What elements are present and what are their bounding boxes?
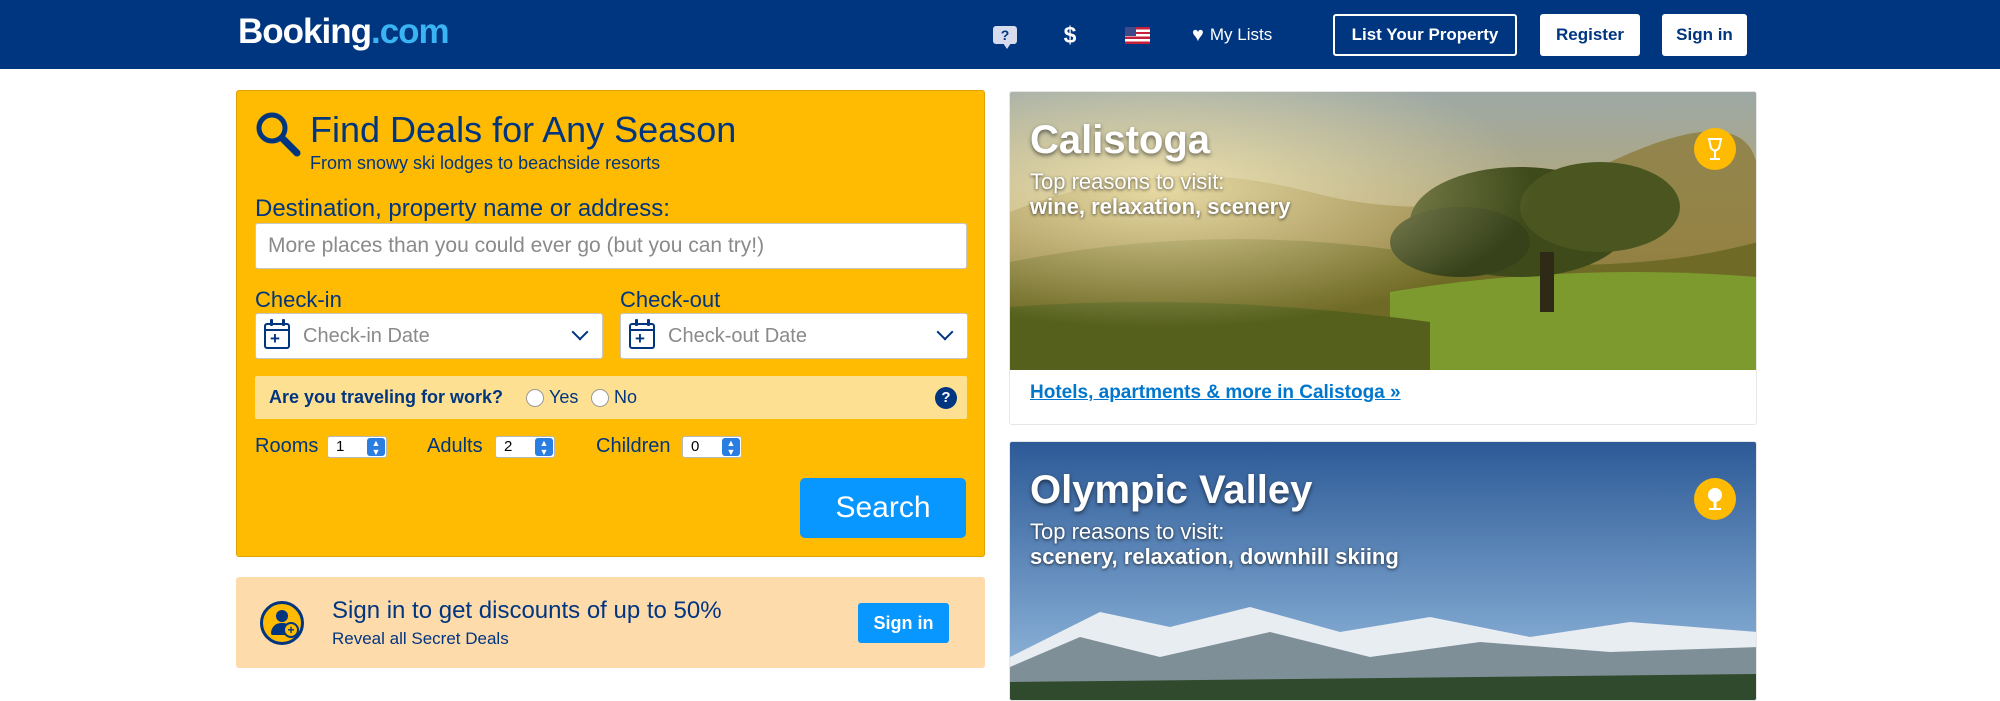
checkout-date-select[interactable]: + Check-out Date [620, 313, 968, 359]
work-yes-radio[interactable] [526, 389, 544, 407]
destination-card-calistoga[interactable]: Calistoga Top reasons to visit: wine, re… [1009, 91, 1757, 425]
calendar-icon: + [629, 319, 655, 349]
rooms-label: Rooms [255, 435, 319, 457]
destination-input[interactable]: More places than you could ever go (but … [255, 223, 967, 269]
checkout-label: Check-out [620, 287, 721, 312]
reason-label: Top reasons to visit: [1030, 519, 1225, 544]
deals-title: Sign in to get discounts of up to 50% [332, 597, 722, 624]
calendar-icon: + [264, 319, 290, 349]
stepper-arrows-icon: ▲ ▼ [535, 438, 553, 457]
reason-label: Top reasons to visit: [1030, 169, 1225, 194]
stepper-arrows-icon: ▲ ▼ [722, 438, 740, 457]
destination-title: Calistoga [1030, 118, 1211, 162]
work-travel-row: Are you traveling for work? Yes No ? [255, 376, 967, 419]
booking-logo[interactable]: Booking.com [238, 12, 450, 52]
checkin-date-select[interactable]: + Check-in Date [255, 313, 603, 359]
member-plus-icon: + [260, 601, 304, 645]
work-yes-label[interactable]: Yes [549, 387, 578, 408]
checkout-placeholder: Check-out Date [668, 325, 807, 347]
reason-tags: wine, relaxation, scenery [1030, 194, 1291, 219]
adults-select[interactable]: 2 ▲ ▼ [495, 436, 555, 458]
destination-card-olympic-valley[interactable]: Olympic Valley Top reasons to visit: sce… [1009, 441, 1757, 701]
list-property-button[interactable]: List Your Property [1333, 14, 1517, 56]
adults-label: Adults [427, 435, 483, 457]
search-title: Find Deals for Any Season [310, 109, 737, 150]
reason-tags: scenery, relaxation, downhill skiing [1030, 544, 1399, 569]
stepper-arrows-icon: ▲ ▼ [367, 438, 385, 457]
chevron-down-icon [571, 323, 589, 341]
work-no-label[interactable]: No [614, 387, 637, 408]
heart-icon: ♥ [1192, 23, 1204, 46]
top-header: Booking.com ? $ ♥ My Lists List Your Pro… [0, 0, 2000, 69]
my-lists-label: My Lists [1209, 25, 1273, 44]
deals-subtitle: Reveal all Secret Deals [332, 629, 509, 648]
children-label: Children [596, 435, 671, 457]
chevron-down-icon [936, 323, 954, 341]
register-button[interactable]: Register [1540, 14, 1640, 56]
tree-icon [1694, 478, 1736, 520]
secret-deals-banner: + Sign in to get discounts of up to 50% … [236, 577, 985, 668]
my-lists-link[interactable]: ♥ My Lists [1192, 22, 1272, 48]
wine-glass-icon [1694, 128, 1736, 170]
help-icon[interactable]: ? [935, 387, 957, 409]
currency-selector[interactable]: $ [1060, 22, 1080, 48]
search-subtitle: From snowy ski lodges to beachside resor… [310, 153, 661, 173]
sign-in-button[interactable]: Sign in [1662, 14, 1747, 56]
magnifier-icon [256, 112, 301, 157]
calistoga-hotels-link[interactable]: Hotels, apartments & more in Calistoga » [1030, 382, 1401, 404]
children-select[interactable]: 0 ▲ ▼ [682, 436, 742, 458]
checkin-placeholder: Check-in Date [303, 325, 430, 347]
rooms-select[interactable]: 1 ▲ ▼ [327, 436, 387, 458]
work-no-radio[interactable] [591, 389, 609, 407]
deals-sign-in-button[interactable]: Sign in [858, 603, 949, 643]
search-button[interactable]: Search [800, 478, 966, 538]
us-flag-icon[interactable] [1124, 22, 1150, 48]
work-question: Are you traveling for work? [269, 387, 504, 407]
search-panel: Find Deals for Any Season From snowy ski… [236, 90, 985, 557]
destination-label: Destination, property name or address: [255, 195, 670, 222]
destination-title: Olympic Valley [1030, 468, 1313, 512]
checkin-label: Check-in [255, 287, 342, 312]
help-icon[interactable]: ? [992, 22, 1018, 49]
